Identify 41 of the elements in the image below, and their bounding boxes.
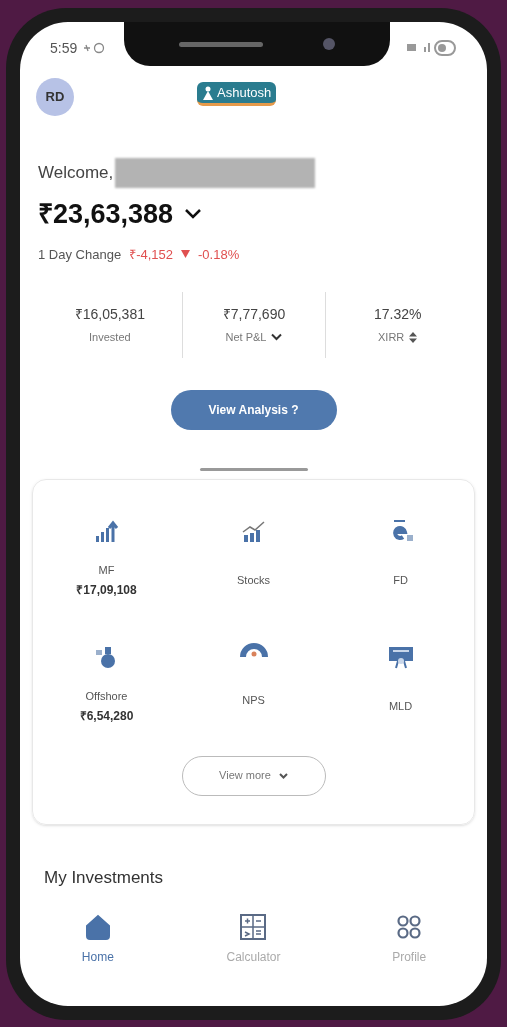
stat-value: 17.32%: [373, 305, 422, 324]
person-icon: [202, 85, 214, 100]
asset-tile[interactable]: NPS: [180, 641, 327, 742]
gauge-icon: [239, 641, 268, 659]
asset-tile[interactable]: MF ₹17,09,108: [33, 515, 180, 616]
stat-label: Invested: [89, 330, 131, 345]
day-change-value: ₹-4,152: [129, 245, 173, 264]
portfolio-total: ₹23,63,388: [38, 198, 174, 231]
asset-label: NPS: [242, 692, 265, 708]
welcome-text: Welcome,: [38, 162, 114, 185]
asset-label: MF: [98, 562, 115, 578]
asset-tile[interactable]: MLD: [327, 641, 474, 742]
view-analysis-button[interactable]: View Analysis ?: [170, 389, 337, 430]
notification-icons: [83, 42, 106, 54]
asset-amount: ₹6,54,280: [79, 708, 134, 726]
chevron-down-icon: [278, 772, 288, 779]
down-triangle-icon: [181, 250, 190, 259]
asset-label: MLD: [388, 699, 413, 715]
stat-label: Net P&L: [225, 330, 267, 345]
asset-label: FD: [393, 573, 408, 589]
day-change-label: 1 Day Change: [38, 245, 122, 264]
status-time: 5:59: [50, 38, 78, 58]
nav-tab[interactable]: Home: [20, 912, 176, 966]
stat-label: XIRR: [378, 330, 405, 345]
asset-tile[interactable]: Stocks: [180, 515, 327, 616]
chevron-down-icon[interactable]: [271, 333, 283, 342]
section-title: My Investments: [44, 867, 164, 887]
asset-tile[interactable]: FD: [327, 515, 474, 616]
avatar[interactable]: RD: [36, 78, 74, 116]
chevron-down-icon[interactable]: [185, 209, 202, 220]
day-change-percent: -0.18%: [198, 245, 240, 264]
calculator-icon: [238, 912, 269, 942]
signal-battery-icons: [405, 39, 457, 57]
stat-value: ₹16,05,381: [74, 305, 145, 324]
asset-amount: ₹17,09,108: [76, 582, 137, 600]
sort-icon[interactable]: [409, 331, 418, 343]
asset-label: Offshore: [85, 688, 128, 704]
stat-value: ₹7,77,690: [222, 305, 286, 324]
asset-label: Stocks: [237, 573, 270, 589]
asset-tile[interactable]: Offshore ₹6,54,280: [33, 641, 180, 742]
logo-text: Ashutosh: [217, 83, 272, 102]
